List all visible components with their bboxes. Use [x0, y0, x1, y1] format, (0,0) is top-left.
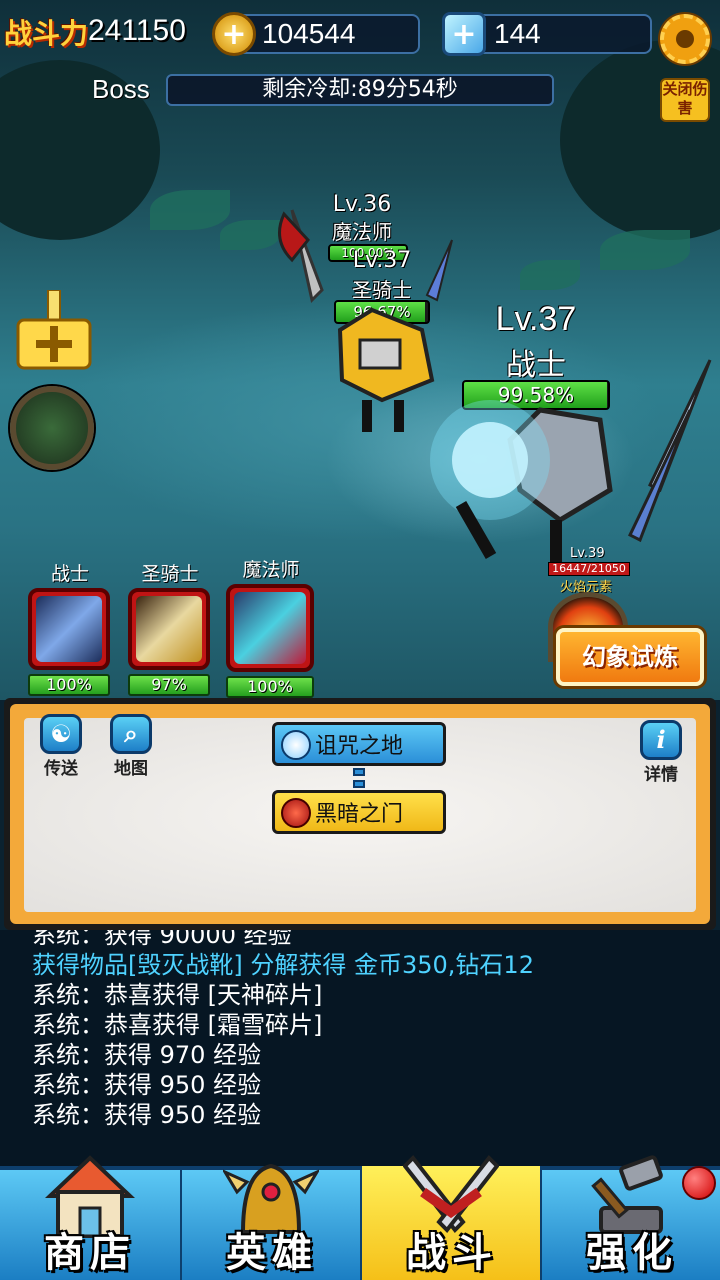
hero-card-name: 魔法师 — [242, 559, 300, 581]
map-node-label: 黑暗之门 — [314, 802, 403, 827]
hero-card-paladin[interactable]: 圣骑士 97% — [128, 560, 212, 696]
hammer-skill-icon[interactable] — [128, 588, 210, 670]
notification-dot — [682, 1166, 716, 1200]
warrior-level: Lv.37 — [495, 300, 577, 338]
plant-leaf — [520, 260, 580, 290]
teleport-label: 传送 — [44, 759, 78, 779]
hero-card-warrior[interactable]: 战士 100% — [28, 560, 112, 696]
map-label: 地图 — [114, 759, 148, 779]
gold-coin-icon[interactable]: + — [212, 12, 256, 56]
log-line: 系统：获得 950 经验 — [32, 1071, 262, 1099]
hero-card-percent: 100% — [226, 676, 314, 698]
tree-silhouette — [560, 40, 720, 240]
close-damage-button[interactable]: 关闭伤害 — [660, 78, 710, 122]
hero-card-name: 战士 — [50, 563, 89, 585]
staff-skill-icon[interactable] — [226, 584, 314, 672]
log-line-item: 获得物品[毁灭战靴] 分解获得 金币350,钻石12 — [32, 951, 534, 979]
game-screen: 战斗力 241150 + 104544 + 144 Boss 剩余冷却:89分5… — [0, 0, 720, 1280]
map-button[interactable]: ⌕ 地图 — [106, 714, 156, 779]
gold-value: 104544 — [262, 18, 356, 49]
system-log[interactable]: 系统：获得 90000 经验 获得物品[毁灭战靴] 分解获得 金币350,钻石1… — [0, 930, 720, 1166]
demon-node-icon — [281, 798, 311, 828]
warrior-sprite — [430, 359, 712, 570]
log-line: 系统：恭喜获得 [霜雪碎片] — [32, 1011, 323, 1039]
boss-label: Boss — [92, 74, 150, 104]
log-line: 系统：获得 90000 经验 — [32, 930, 292, 949]
tab-battle[interactable]: 战斗 — [360, 1154, 540, 1280]
enemy-hp-bar: 16447/21050 — [548, 562, 630, 576]
enemy-level: Lv.39 — [570, 546, 605, 561]
diamond-counter[interactable] — [462, 14, 652, 54]
hero-card-mage[interactable]: 魔法师 100% — [226, 556, 316, 698]
combat-power-label: 战斗力 — [4, 17, 89, 50]
tab-label: 商店 — [44, 1230, 136, 1276]
details-label: 详情 — [644, 765, 678, 785]
illusion-trial-button[interactable]: 幻象试炼 — [556, 628, 704, 686]
hero-card-percent: 97% — [128, 674, 210, 696]
tab-label: 战斗 — [406, 1230, 498, 1276]
magnifier-icon: ⌕ — [110, 714, 152, 754]
log-line: 系统：获得 950 经验 — [32, 1101, 262, 1129]
tab-shop[interactable]: 商店 — [0, 1155, 180, 1280]
path-connector — [353, 768, 365, 776]
combat-power-value: 241150 — [88, 14, 186, 47]
plant-leaf — [600, 230, 690, 270]
diamond-icon[interactable]: + — [442, 12, 486, 56]
info-icon: i — [640, 720, 682, 760]
hero-card-name: 圣骑士 — [141, 563, 199, 585]
sword-skill-icon[interactable] — [28, 588, 110, 670]
boss-portrait[interactable] — [10, 386, 94, 470]
log-line: 系统：恭喜获得 [天神碎片] — [32, 981, 323, 1009]
boss-hammer-icon[interactable] — [14, 290, 94, 380]
tree-node-icon — [281, 730, 311, 760]
details-button[interactable]: i 详情 — [636, 720, 686, 785]
settings-gear-icon[interactable] — [660, 14, 710, 64]
teleport-icon: ☯ — [40, 714, 82, 754]
tab-label: 强化 — [586, 1230, 678, 1276]
path-connector — [353, 780, 365, 788]
boss-cooldown-timer: 剩余冷却:89分54秒 — [166, 74, 554, 106]
log-line: 系统：获得 970 经验 — [32, 1041, 262, 1069]
tab-label: 英雄 — [226, 1230, 318, 1276]
map-node-cursed-land[interactable]: 诅咒之地 — [272, 722, 446, 766]
teleport-button[interactable]: ☯ 传送 — [36, 714, 86, 779]
hero-card-percent: 100% — [28, 674, 110, 696]
tab-heroes[interactable]: 英雄 — [180, 1163, 360, 1280]
map-node-label: 诅咒之地 — [314, 734, 403, 759]
map-node-dark-gate[interactable]: 黑暗之门 — [272, 790, 446, 834]
diamond-value: 144 — [494, 18, 541, 49]
plant-leaf — [150, 190, 230, 230]
